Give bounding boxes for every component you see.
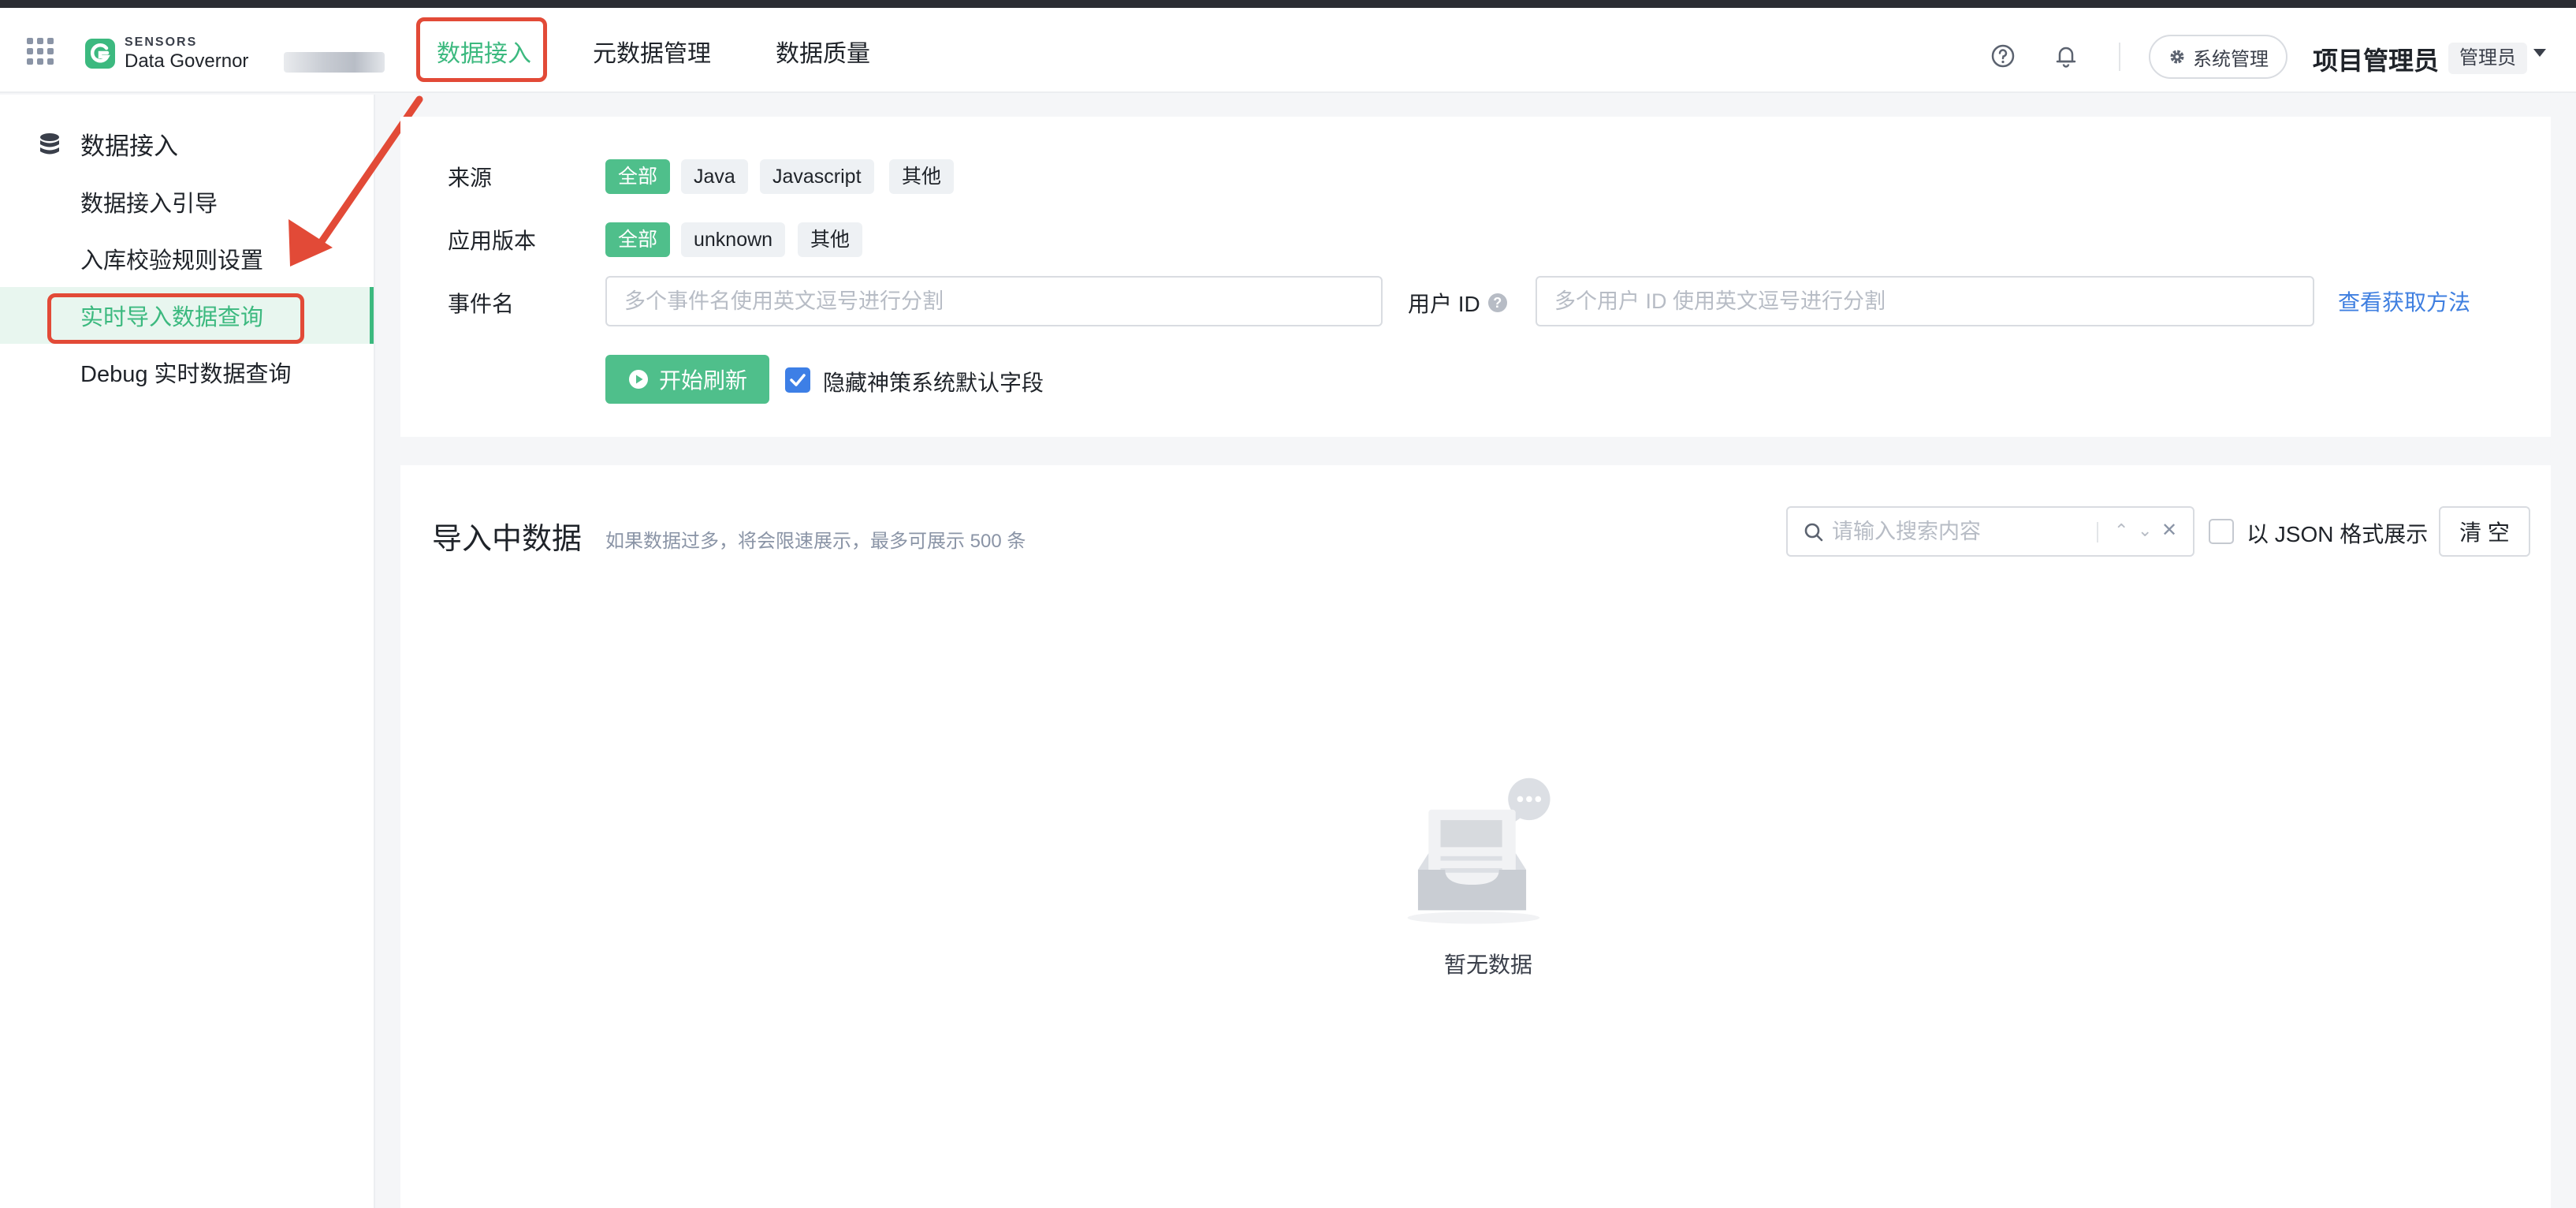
user-id-label-group: 用户 ID ? [1408, 287, 1507, 319]
user-id-input[interactable] [1536, 276, 2314, 326]
header-divider [2119, 43, 2120, 71]
event-name-label: 事件名 [448, 292, 515, 316]
hide-fields-checkbox[interactable] [785, 367, 810, 393]
annotation-highlight-nav [416, 17, 547, 82]
logo-product-name: Data Governor [125, 50, 249, 72]
json-format-checkbox[interactable] [2209, 519, 2234, 544]
event-name-input[interactable] [605, 276, 1383, 326]
version-tag-unknown[interactable]: unknown [681, 222, 786, 257]
top-header: SENSORS Data Governor 数据接入 元数据管理 数据质量 系统… [0, 8, 2576, 93]
checkmark-icon [790, 374, 806, 386]
filter-panel: 来源 全部 Java Javascript 其他 应用版本 全部 unknown… [400, 117, 2551, 437]
chevron-down-icon[interactable]: ⌄ [2138, 520, 2152, 541]
source-tag-other[interactable]: 其他 [889, 159, 955, 194]
bell-icon[interactable] [2053, 43, 2079, 69]
logo-brand: SENSORS [125, 35, 198, 49]
panel-title: 导入中数据 [432, 523, 583, 556]
source-tag-javascript[interactable]: Javascript [760, 159, 874, 194]
app-version-label: 应用版本 [448, 229, 537, 253]
user-id-label: 用户 ID [1408, 292, 1480, 316]
close-icon[interactable]: ✕ [2161, 519, 2177, 542]
version-tag-all[interactable]: 全部 [605, 222, 671, 257]
database-icon [40, 132, 59, 154]
system-settings-label: 系统管理 [2193, 48, 2269, 70]
nav-data-quality[interactable]: 数据质量 [776, 19, 870, 84]
help-method-link[interactable]: 查看获取方法 [2338, 285, 2470, 317]
start-refresh-button[interactable]: 开始刷新 [605, 355, 769, 404]
search-divider [2097, 522, 2098, 542]
chevron-down-icon[interactable] [2533, 49, 2546, 57]
app-grid-icon[interactable] [27, 38, 54, 65]
source-tag-java[interactable]: Java [681, 159, 748, 194]
search-icon [1804, 523, 1823, 542]
search-field[interactable]: ⌃ ⌄ ✕ [1786, 506, 2194, 557]
empty-state-text: 暂无数据 [1444, 953, 1533, 977]
sensors-logo-icon [85, 39, 115, 69]
annotation-highlight-sidebar [47, 293, 304, 344]
question-icon[interactable]: ? [1487, 293, 1507, 312]
panel-subtitle: 如果数据过多，将会限速展示，最多可展示 500 条 [605, 531, 1026, 552]
nav-metadata[interactable]: 元数据管理 [593, 19, 711, 84]
version-tag-other[interactable]: 其他 [798, 222, 863, 257]
window-top-strip [0, 0, 2576, 8]
json-format-label[interactable]: 以 JSON 格式展示 [2247, 517, 2428, 549]
sidebar-section-title: 数据接入 [80, 132, 178, 160]
source-tag-all[interactable]: 全部 [605, 159, 671, 194]
help-icon[interactable] [1990, 43, 2016, 69]
play-icon [628, 370, 648, 389]
project-selector-redacted[interactable] [284, 52, 385, 73]
import-data-panel: 导入中数据 如果数据过多，将会限速展示，最多可展示 500 条 ⌃ ⌄ ✕ 以 … [400, 465, 2551, 1208]
user-role-badge: 管理员 [2448, 43, 2527, 74]
user-name[interactable]: 项目管理员 [2313, 41, 2439, 77]
source-label: 来源 [448, 166, 493, 190]
product-logo[interactable]: SENSORS Data Governor [84, 32, 248, 76]
sidebar-section-header: 数据接入 [36, 126, 178, 162]
empty-inbox-icon [1407, 777, 1550, 924]
start-refresh-label: 开始刷新 [658, 368, 747, 393]
hide-fields-label[interactable]: 隐藏神策系统默认字段 [823, 366, 1044, 397]
search-input[interactable] [1832, 516, 2068, 547]
chevron-up-icon[interactable]: ⌃ [2114, 520, 2128, 541]
sidebar-item-debug-query[interactable]: Debug 实时数据查询 [0, 344, 374, 401]
clear-button[interactable]: 清 空 [2439, 506, 2530, 557]
gear-icon [2170, 50, 2184, 64]
system-settings-button[interactable]: 系统管理 [2149, 35, 2288, 79]
